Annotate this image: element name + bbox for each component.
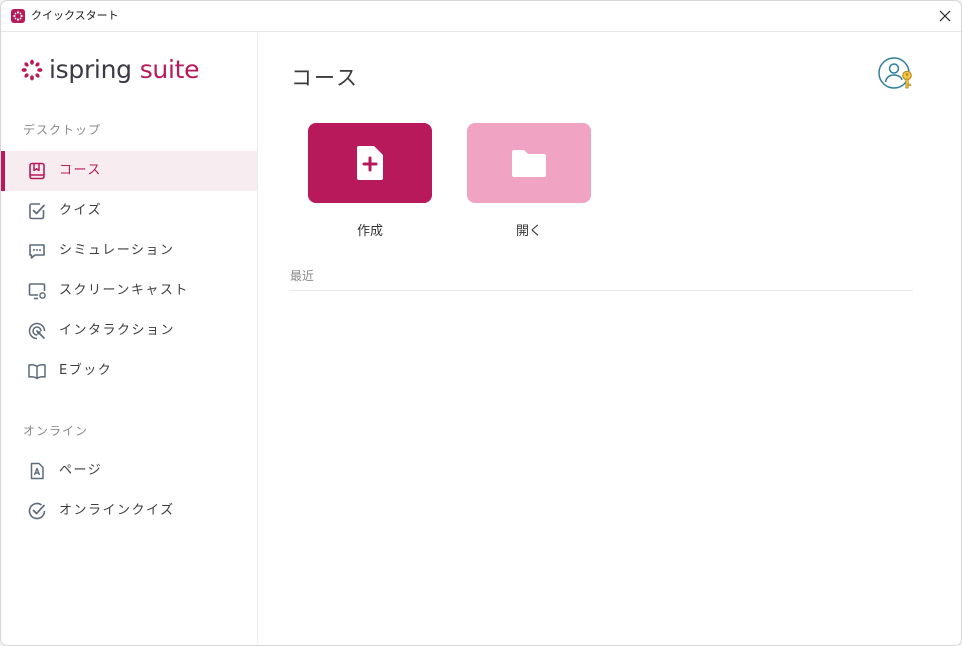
page-document-icon [30, 462, 44, 480]
course-book-icon [29, 162, 45, 180]
online-quiz-check-icon [28, 502, 46, 520]
app-logo-icon [11, 9, 25, 23]
open-label: 開く [515, 224, 542, 239]
account-button[interactable] [877, 55, 915, 93]
sidebar-item-label: インタラクション [59, 323, 176, 338]
sidebar-item-label: クイズ [59, 203, 103, 218]
simulation-chat-icon [29, 244, 45, 259]
sidebar-item-ebook[interactable]: Eブック [1, 351, 257, 391]
logo-text-ispring: ispring [49, 55, 132, 84]
folder-icon [512, 150, 546, 177]
ispring-logo-icon [21, 59, 43, 81]
sidebar-item-label: スクリーンキャスト [59, 283, 189, 298]
sidebar-item-interaction[interactable]: インタラクション [1, 311, 257, 351]
section-label-online: オンライン [23, 424, 89, 438]
account-key-icon [878, 57, 912, 89]
title-bar: クイックスタート [1, 1, 961, 32]
sidebar-item-label: コース [59, 163, 102, 178]
create-action: 作成 [308, 123, 432, 239]
main-content: コース 作成 開く 最近 [258, 33, 961, 645]
sidebar: ispring suite デスクトップ コース クイズ シミュレーション スク… [1, 33, 258, 645]
interaction-touch-icon [28, 322, 46, 340]
quick-start-window: クイックスタート ispring suite デスクトップ コース クイズ シミ… [0, 0, 962, 646]
window-title: クイックスタート [31, 9, 119, 22]
create-button[interactable] [308, 123, 432, 203]
close-button[interactable] [933, 5, 957, 27]
page-title: コース [291, 66, 359, 90]
sidebar-item-course[interactable]: コース [1, 151, 257, 191]
sidebar-item-simulation[interactable]: シミュレーション [1, 231, 257, 271]
create-label: 作成 [356, 224, 383, 239]
logo-text-suite: suite [139, 55, 200, 84]
sidebar-item-screencast[interactable]: スクリーンキャスト [1, 271, 257, 311]
recent-section-label: 最近 [290, 269, 315, 283]
sidebar-item-page[interactable]: ページ [1, 451, 257, 491]
section-label-desktop: デスクトップ [23, 123, 102, 137]
quiz-check-icon [29, 203, 45, 220]
sidebar-item-label: シミュレーション [59, 243, 175, 258]
ispring-suite-logo: ispring suite [21, 55, 199, 85]
screencast-monitor-icon [28, 283, 46, 300]
open-action: 開く [467, 123, 591, 239]
ebook-open-book-icon [28, 364, 46, 380]
close-icon [939, 10, 951, 22]
sidebar-item-label: Eブック [59, 363, 113, 378]
new-file-plus-icon [357, 146, 383, 180]
open-button[interactable] [467, 123, 591, 203]
sidebar-item-label: ページ [59, 463, 103, 478]
recent-divider [290, 290, 913, 291]
sidebar-item-quiz[interactable]: クイズ [1, 191, 257, 231]
sidebar-item-label: オンラインクイズ [59, 503, 175, 518]
sidebar-item-online-quiz[interactable]: オンラインクイズ [1, 491, 257, 531]
